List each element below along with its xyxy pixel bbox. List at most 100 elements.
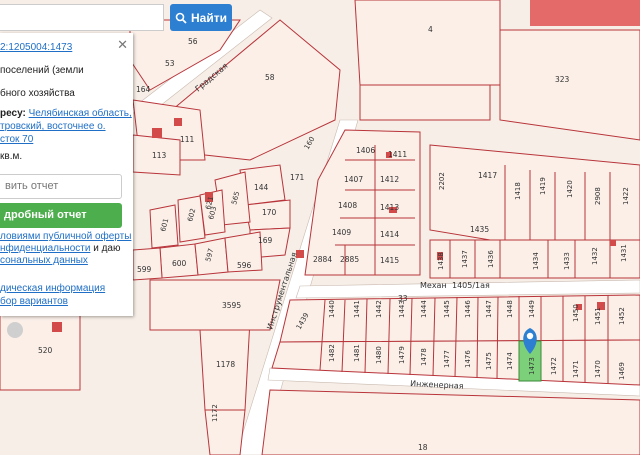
parcel-4[interactable] (354, 0, 501, 86)
parcel-label: 113 (152, 151, 167, 160)
category-text-1: поселений (земли (0, 65, 84, 76)
parcel-label: 170 (262, 208, 277, 217)
parcel-label: 169 (258, 236, 273, 245)
legal-info-link[interactable]: дическая информация (0, 283, 105, 294)
parcel-label: 1407 (344, 175, 363, 184)
parcel-label: 1482 (328, 344, 336, 362)
parcel-label: 1473 (528, 357, 536, 375)
parcel-label: 1434 (532, 252, 540, 270)
map-circle-icon (7, 322, 23, 338)
parcel-label: 1449 (528, 300, 536, 318)
search-icon (175, 12, 187, 24)
parcel-label: 1442 (375, 300, 383, 318)
order-report-input[interactable]: вить отчет (0, 174, 122, 199)
personal-data-link[interactable]: сональных данных (0, 255, 88, 266)
terms-offer-link[interactable]: ловиями публичной оферты (0, 231, 131, 242)
parcel-label: 1472 (550, 357, 558, 375)
parcel-label: 1437 (461, 250, 469, 268)
detailed-report-button[interactable]: дробный отчет (0, 203, 122, 228)
parcel-label: 1479 (398, 346, 406, 364)
parcel-label: 323 (555, 75, 570, 84)
parcel-label: 1411 (388, 150, 407, 159)
street-mekh: Механ (420, 281, 447, 290)
parcel-label: 3595 (222, 301, 241, 310)
search-button-label: Найти (191, 10, 227, 25)
parcel-label: 1418 (514, 182, 522, 200)
parcel-label: 1440 (328, 300, 336, 318)
parcel-label: 1444 (420, 300, 428, 318)
parcel-label: 1469 (618, 362, 626, 380)
parcel-info-panel: ✕ 2:1205004:1473 поселений (земли бного … (0, 33, 133, 316)
parcel-label: 1471 (572, 360, 580, 378)
parcel-label: 1409 (332, 228, 351, 237)
parcel-label: 2885 (340, 255, 359, 264)
category-text-2: бного хозяйства (0, 88, 75, 99)
parcel-label: 1408 (338, 201, 357, 210)
parcel-label: 1476 (464, 350, 472, 368)
search-input[interactable] (0, 4, 164, 31)
parcel-label: 2884 (313, 255, 332, 264)
parcel-label: 171 (290, 173, 305, 182)
parcel-label: 1446 (464, 300, 472, 318)
parcel-label: 1443 (398, 300, 406, 318)
parcel-label: 18 (418, 443, 428, 452)
address-link-1[interactable]: Челябинская область, (29, 108, 132, 119)
address-link-3[interactable]: сток 70 (0, 134, 33, 145)
parcel-3595[interactable] (149, 279, 281, 331)
parcel-323[interactable] (499, 29, 640, 141)
terms-text: и даю (90, 243, 121, 254)
parcel-label: 1415 (380, 256, 399, 265)
parcel-label: 520 (38, 346, 53, 355)
parcel-label: 600 (172, 259, 187, 268)
parcel-599[interactable] (132, 247, 163, 281)
parcel-label: 1422 (622, 187, 630, 205)
address-link-2[interactable]: тровский, восточнее о. (0, 121, 106, 132)
parcel-label: 1475 (485, 352, 493, 370)
parcel-label: 1478 (420, 348, 428, 366)
parcel-label: 164 (136, 85, 151, 94)
street-mekh-tail: 1405/1ая (452, 281, 490, 290)
parcel-label: 1412 (380, 175, 399, 184)
parcel-label: 1438 (437, 252, 445, 270)
parcel-label: 1431 (620, 244, 628, 262)
parcel-label: 1481 (353, 344, 361, 362)
parcel-label: 1178 (216, 360, 235, 369)
parcel-label: 2908 (594, 187, 602, 205)
parcel-label: 1477 (443, 350, 451, 368)
parcel-label: 1450 (572, 304, 580, 322)
options-link[interactable]: бор вариантов (0, 296, 68, 307)
parcel-label: 1470 (594, 360, 602, 378)
address-prefix: ресу: (0, 108, 26, 119)
parcel-label: 1406 (356, 146, 375, 155)
parcel-label: 1419 (539, 177, 547, 195)
parcel-strip[interactable] (359, 84, 491, 121)
area-unit: кв.м. (0, 151, 23, 162)
parcel-label: 1172 (211, 404, 219, 422)
parcel-label: 2202 (438, 172, 446, 190)
parcel-label: 1451 (594, 307, 602, 325)
search-button[interactable]: Найти (170, 4, 232, 31)
parcel-label: 1433 (563, 252, 571, 270)
parcel-label: 1435 (470, 225, 489, 234)
parcel-label: 1432 (591, 247, 599, 265)
parcel-18[interactable] (261, 389, 640, 455)
parcel-label: 58 (265, 73, 275, 82)
parcel-label: 1452 (618, 307, 626, 325)
parcel-label: 1441 (353, 300, 361, 318)
parcel-label: 1414 (380, 230, 399, 239)
close-icon[interactable]: ✕ (117, 37, 128, 53)
privacy-link[interactable]: нфиденциальности (0, 243, 90, 254)
cadastral-number-link[interactable]: 2:1205004:1473 (0, 42, 72, 53)
parcel-label: 53 (165, 59, 175, 68)
parcel-label: 111 (180, 135, 195, 144)
parcel-label: 599 (137, 265, 152, 274)
parcel-label: 596 (237, 261, 252, 270)
parcel-label: 1447 (485, 300, 493, 318)
parcel-label: 1448 (506, 300, 514, 318)
parcel-label: 1420 (566, 180, 574, 198)
parcel-label: 56 (188, 37, 198, 46)
parcel-label: 144 (254, 183, 269, 192)
parcel-label: 1445 (443, 300, 451, 318)
parcel-label: 1436 (487, 250, 495, 268)
parcel-label: 4 (428, 25, 433, 34)
